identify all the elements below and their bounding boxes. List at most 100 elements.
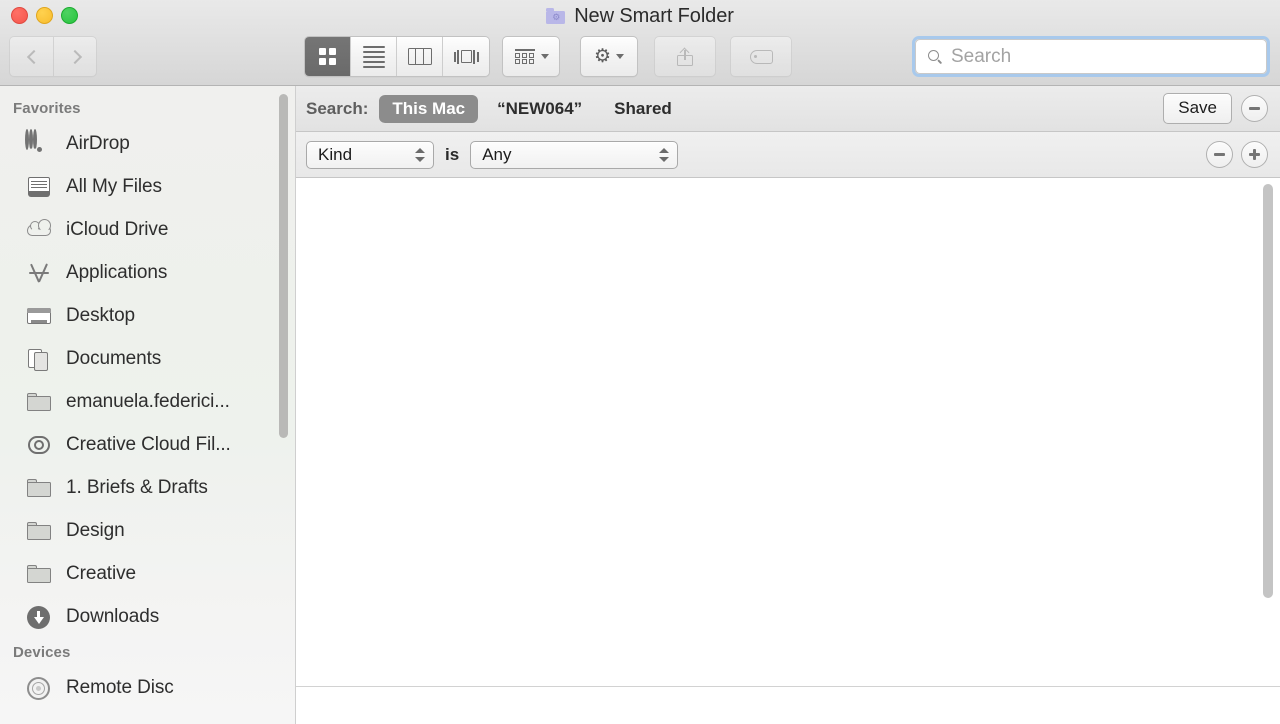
plus-icon-vertical [1253,149,1255,160]
maximize-window-button[interactable] [61,7,78,24]
criteria-condition-dropdown[interactable]: Any [470,141,678,169]
sidebar-item-all-my-files[interactable]: All My Files [0,165,295,208]
minus-icon [1249,107,1260,109]
sidebar-item-label: Desktop [66,305,135,327]
folder-icon [25,518,53,544]
tags-button[interactable] [730,36,792,77]
search-scope-bar: Search: This Mac “NEW064” Shared Save [296,86,1280,132]
sidebar-item-label: Creative [66,563,136,585]
toolbar: ⚙ [0,36,1280,78]
criteria-attribute-dropdown[interactable]: Kind [306,141,434,169]
coverflow-view-button[interactable] [443,37,489,76]
action-menu-button[interactable]: ⚙ [580,36,638,77]
icon-view-button[interactable] [305,37,351,76]
gear-icon: ⚙ [594,47,611,66]
window-title: New Smart Folder [574,5,734,28]
minus-icon [1214,153,1225,155]
sidebar-item-airdrop[interactable]: AirDrop [0,122,295,165]
search-results-area[interactable] [296,178,1280,686]
sidebar-item-label: All My Files [66,176,162,198]
folder-icon [25,389,53,415]
sidebar-item-briefs-and-drafts[interactable]: 1. Briefs & Drafts [0,466,295,509]
sidebar-item-remote-disc[interactable]: Remote Disc [0,666,295,709]
share-button[interactable] [654,36,716,77]
sidebar-scrollbar[interactable] [279,94,288,438]
sidebar-item-label: Documents [66,348,161,370]
tag-icon [750,50,773,64]
magnifier-icon [928,50,942,64]
back-button[interactable] [9,36,53,77]
search-scope-label: Search: [306,99,368,119]
criteria-attribute-value: Kind [318,145,352,165]
coverflow-icon [454,50,479,64]
arrange-icon [514,49,536,64]
smart-folder-icon: ⚙ [546,8,565,24]
main-content: Search: This Mac “NEW064” Shared Save Ki… [296,86,1280,724]
sidebar-item-label: Remote Disc [66,677,174,699]
add-criterion-button[interactable] [1241,141,1268,168]
share-icon [677,48,693,66]
sidebar-item-label: Applications [66,262,167,284]
sidebar-item-creative-cloud-files[interactable]: Creative Cloud Fil... [0,423,295,466]
sidebar-item-label: Downloads [66,606,159,628]
sidebar-item-label: emanuela.federici... [66,391,230,413]
chevron-left-icon [26,51,38,63]
sidebar-item-downloads[interactable]: Downloads [0,595,295,638]
search-field-container [912,36,1270,77]
remove-criterion-button[interactable] [1206,141,1233,168]
close-search-button[interactable] [1241,95,1268,122]
sidebar-item-creative[interactable]: Creative [0,552,295,595]
minimize-window-button[interactable] [36,7,53,24]
chevron-down-icon [541,54,549,59]
sidebar-item-emanuela-federici[interactable]: emanuela.federici... [0,380,295,423]
sidebar-item-applications[interactable]: Applications [0,251,295,294]
applications-icon [25,260,53,286]
sidebar[interactable]: Favorites AirDrop All My Files [0,86,296,724]
traffic-light-controls [11,7,78,24]
creative-cloud-icon [25,432,53,458]
close-window-button[interactable] [11,7,28,24]
view-mode-segmented-control [304,36,490,77]
scope-option-new064[interactable]: “NEW064” [484,95,595,123]
list-view-button[interactable] [351,37,397,76]
sidebar-item-label: AirDrop [66,133,130,155]
documents-icon [25,346,53,372]
chevron-right-icon [69,51,81,63]
sidebar-item-label: Design [66,520,125,542]
sidebar-item-desktop[interactable]: Desktop [0,294,295,337]
sidebar-item-label: 1. Briefs & Drafts [66,477,208,499]
criteria-operator-label: is [445,145,459,165]
airdrop-icon [25,131,53,157]
forward-button[interactable] [53,36,97,77]
search-input[interactable] [951,46,1241,68]
all-my-files-icon [25,174,53,200]
search-field[interactable] [915,39,1267,74]
sidebar-item-label: Creative Cloud Fil... [66,434,231,456]
results-scrollbar[interactable] [1263,184,1273,598]
sidebar-item-design[interactable]: Design [0,509,295,552]
chevron-down-icon [616,54,624,59]
folder-icon [25,561,53,587]
criteria-condition-value: Any [482,145,511,165]
arrange-button[interactable] [502,36,560,77]
save-search-button[interactable]: Save [1163,93,1232,124]
column-view-button[interactable] [397,37,443,76]
sidebar-item-label: iCloud Drive [66,219,168,241]
folder-icon [25,475,53,501]
scope-bar-actions: Save [1163,93,1272,124]
sidebar-item-icloud-drive[interactable]: iCloud Drive [0,208,295,251]
chevron-updown-icon [659,147,669,163]
scope-option-this-mac[interactable]: This Mac [379,95,478,123]
list-icon [363,46,385,68]
sidebar-section-header-favorites: Favorites [0,94,295,122]
disc-icon [25,675,53,701]
search-criteria-row: Kind is Any [296,132,1280,178]
window-body: Favorites AirDrop All My Files [0,86,1280,724]
scope-option-shared[interactable]: Shared [601,95,685,123]
chevron-updown-icon [415,147,425,163]
desktop-icon [25,303,53,329]
icloud-icon [25,217,53,243]
grid-icon [319,48,336,65]
sidebar-item-documents[interactable]: Documents [0,337,295,380]
status-bar [296,686,1280,724]
